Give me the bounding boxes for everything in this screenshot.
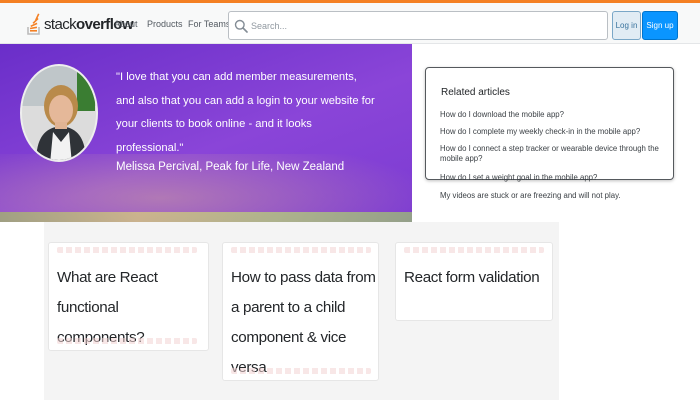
testimonial-author: Melissa Percival, Peak for Life, New Zea… [116,161,345,173]
related-article-link[interactable]: How do I download the mobile app? [440,110,672,120]
stack-logo-icon [27,13,40,35]
faded-text [57,247,197,253]
person-photo [22,66,96,160]
faded-text [231,368,371,374]
search-icon [234,19,248,33]
nav-products[interactable]: Products [147,19,183,29]
search-box[interactable] [228,11,608,40]
signup-button[interactable]: Sign up [642,11,678,40]
article-card[interactable]: What are React functional components? [48,242,209,351]
related-article-link[interactable]: My videos are stuck or are freezing and … [440,191,672,201]
related-article-link[interactable]: How do I connect a step tracker or weara… [440,144,672,164]
testimonial-banner: "I love that you can add member measurem… [0,44,412,222]
top-bar: stackoverflow About Products For Teams L… [0,0,700,44]
related-article-link[interactable]: How do I complete my weekly check-in in … [440,127,672,137]
related-articles-title: Related articles [441,87,510,98]
article-card[interactable]: React form validation [395,242,553,321]
faded-text [231,247,371,253]
faded-text [404,247,544,253]
login-button[interactable]: Log in [612,11,641,40]
article-cards-section: What are React functional components? Ho… [44,222,559,400]
faded-text [57,338,197,344]
search-input[interactable] [251,20,591,31]
nav-about[interactable]: About [114,19,138,29]
article-card-title: How to pass data from a parent to a chil… [231,269,376,376]
article-card[interactable]: How to pass data from a parent to a chil… [222,242,379,381]
related-article-link[interactable]: How do I set a weight goal in the mobile… [440,173,672,183]
article-card-title: React form validation [404,269,540,286]
testimonial-quote: "I love that you can add member measurem… [116,71,375,154]
logo-text-regular: stack [44,15,77,33]
avatar [20,64,98,162]
nav-for-teams[interactable]: For Teams [188,19,230,29]
